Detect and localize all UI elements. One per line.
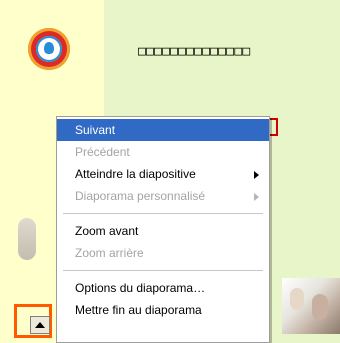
menu-item-label: Précédent [75,145,130,159]
slide-canvas: □□□□□□□□□□□□□□ Suivant Précédent Atteind… [0,0,340,343]
menu-item-atteindre-la-diapositive[interactable]: Atteindre la diapositive [57,163,269,185]
menu-separator [63,213,263,214]
menu-item-mettre-fin-au-diaporama[interactable]: Mettre fin au diaporama [57,299,269,321]
chevron-right-icon [254,193,259,201]
menu-item-options-du-diaporama[interactable]: Options du diaporama… [57,277,269,299]
menu-item-label: Suivant [75,123,116,137]
menu-item-precedent: Précédent [57,141,269,163]
slide-photo-partial-right [282,278,340,334]
slideshow-context-menu: Suivant Précédent Atteindre la diapositi… [56,116,270,343]
slide-title: □□□□□□□□□□□□□□ [138,44,251,59]
menu-item-label: Atteindre la diapositive [75,167,196,181]
triangle-up-icon [35,322,45,328]
slide-photo-partial-left [18,218,36,260]
menu-item-label: Zoom avant [75,224,139,238]
menu-item-suivant[interactable]: Suivant [57,119,269,141]
organization-logo-icon [28,28,70,70]
menu-item-diaporama-personnalise: Diaporama personnalisé [57,185,269,207]
menu-item-label: Zoom arrière [75,246,144,260]
menu-item-label: Diaporama personnalisé [75,189,206,203]
slideshow-popup-menu-button[interactable] [30,316,50,334]
chevron-right-icon [254,171,259,179]
menu-item-zoom-avant[interactable]: Zoom avant [57,220,269,242]
menu-separator [63,270,263,271]
logo-inner [36,36,62,62]
menu-item-label: Options du diaporama… [75,281,206,295]
menu-item-zoom-arriere: Zoom arrière [57,242,269,264]
menu-item-label: Mettre fin au diaporama [75,303,202,317]
